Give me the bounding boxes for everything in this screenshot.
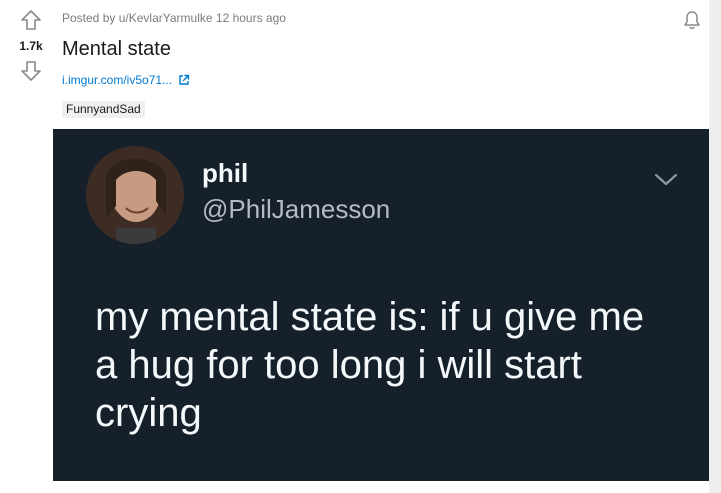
post-time: 12 hours ago <box>215 11 286 25</box>
external-link-icon <box>179 74 190 85</box>
chevron-down-icon <box>654 173 678 186</box>
avatar <box>86 146 184 244</box>
post-image[interactable]: phil @PhilJamesson my mental state is: i… <box>53 129 709 481</box>
notification-bell-icon[interactable] <box>680 8 704 32</box>
tweet-author-handle: @PhilJamesson <box>202 194 391 224</box>
downvote-arrow-icon[interactable] <box>19 59 43 83</box>
scrollbar[interactable] <box>709 0 721 493</box>
vote-column: 1.7k <box>8 8 54 83</box>
post-title[interactable]: Mental state <box>62 37 171 61</box>
post-link[interactable]: i.imgur.com/iv5o71... <box>62 73 190 87</box>
upvote-arrow-icon[interactable] <box>19 8 43 32</box>
tweet-author-name: phil <box>202 158 249 188</box>
vote-count: 1.7k <box>19 39 43 53</box>
post-card: 1.7k Posted by u/KevlarYarmulke 12 hours… <box>0 0 709 493</box>
tweet-text: my mental state is: if u give me a hug f… <box>95 295 645 435</box>
meta-prefix: Posted by <box>62 11 116 25</box>
post-flair[interactable]: FunnyandSad <box>62 101 145 118</box>
post-link-text: i.imgur.com/iv5o71... <box>62 73 173 87</box>
author-link[interactable]: u/KevlarYarmulke <box>119 11 213 25</box>
post-meta: Posted by u/KevlarYarmulke 12 hours ago <box>62 11 286 25</box>
